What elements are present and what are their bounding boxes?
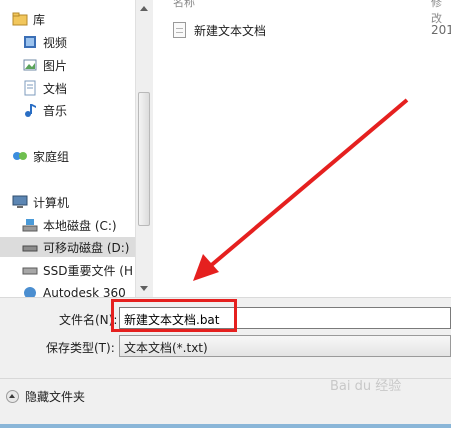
- hide-folders-label: 隐藏文件夹: [25, 390, 86, 404]
- column-header-name[interactable]: 名称: [173, 0, 195, 9]
- filetype-select[interactable]: 文本文档(*.txt): [119, 335, 451, 357]
- file-list-pane: 名称 修改 新建文本文档 201: [153, 0, 451, 297]
- removable-disk-icon: [22, 239, 38, 255]
- nav-item-ssd-drive-h[interactable]: SSD重要文件 (H: [22, 260, 133, 280]
- nav-item-documents[interactable]: 文档: [22, 78, 67, 98]
- scroll-down-arrow-icon[interactable]: [140, 286, 148, 291]
- window-bottom-edge: [0, 424, 451, 428]
- nav-item-label: 文档: [43, 81, 68, 96]
- nav-item-videos[interactable]: 视频: [22, 32, 67, 52]
- nav-item-label: 图片: [43, 58, 68, 73]
- file-name: 新建文本文档: [194, 23, 267, 38]
- text-file-icon: [173, 22, 186, 38]
- nav-item-pictures[interactable]: 图片: [22, 55, 67, 75]
- autodesk-icon: [22, 285, 38, 297]
- nav-item-label: 计算机: [33, 195, 70, 210]
- picture-icon: [22, 57, 38, 73]
- nav-item-removable-disk-d[interactable]: 可移动磁盘 (D:): [0, 237, 135, 257]
- filetype-label: 保存类型(T):: [46, 341, 115, 355]
- nav-item-label: 家庭组: [33, 149, 70, 164]
- navigation-pane: 库 视频 图片 文档 音乐 家庭组 计算机 本地磁盘 (C:) 可移动磁盘 (D…: [0, 0, 135, 297]
- music-icon: [22, 102, 38, 118]
- nav-item-music[interactable]: 音乐: [22, 100, 67, 120]
- column-header-date[interactable]: 修改: [431, 0, 451, 25]
- nav-item-homegroup[interactable]: 家庭组: [12, 146, 69, 166]
- file-date: 201: [431, 23, 451, 37]
- nav-item-label: 本地磁盘 (C:): [43, 218, 117, 233]
- scroll-thumb[interactable]: [138, 92, 150, 226]
- save-form-area: 文件名(N): 新建文本文档.bat 保存类型(T): 文本文档(*.txt) …: [0, 297, 451, 428]
- file-row[interactable]: 新建文本文档: [173, 20, 266, 40]
- homegroup-icon: [12, 148, 28, 164]
- filename-highlight-box: [111, 299, 237, 332]
- nav-item-label: 库: [33, 12, 46, 27]
- chevron-up-icon: [6, 390, 19, 403]
- nav-item-label: 音乐: [43, 103, 68, 118]
- nav-item-local-disk-c[interactable]: 本地磁盘 (C:): [22, 215, 117, 235]
- nav-item-computer[interactable]: 计算机: [12, 192, 69, 212]
- hide-folders-button[interactable]: 隐藏文件夹: [6, 388, 85, 405]
- nav-item-label: 视频: [43, 35, 68, 50]
- nav-item-label: SSD重要文件 (H: [43, 263, 133, 278]
- scroll-up-arrow-icon[interactable]: [140, 6, 148, 11]
- library-icon: [12, 11, 28, 27]
- local-disk-icon: [22, 217, 38, 233]
- computer-icon: [12, 194, 28, 210]
- document-icon: [22, 80, 38, 96]
- nav-item-library[interactable]: 库: [12, 9, 45, 29]
- nav-scrollbar[interactable]: [135, 0, 153, 297]
- watermark-text: Bai du 经验: [330, 379, 402, 394]
- ssd-drive-icon: [22, 262, 38, 278]
- nav-item-label: 可移动磁盘 (D:): [43, 240, 130, 255]
- video-icon: [22, 34, 38, 50]
- nav-item-label: Autodesk 360: [43, 286, 126, 297]
- nav-item-autodesk-360[interactable]: Autodesk 360: [22, 283, 126, 297]
- filename-label: 文件名(N):: [59, 313, 118, 327]
